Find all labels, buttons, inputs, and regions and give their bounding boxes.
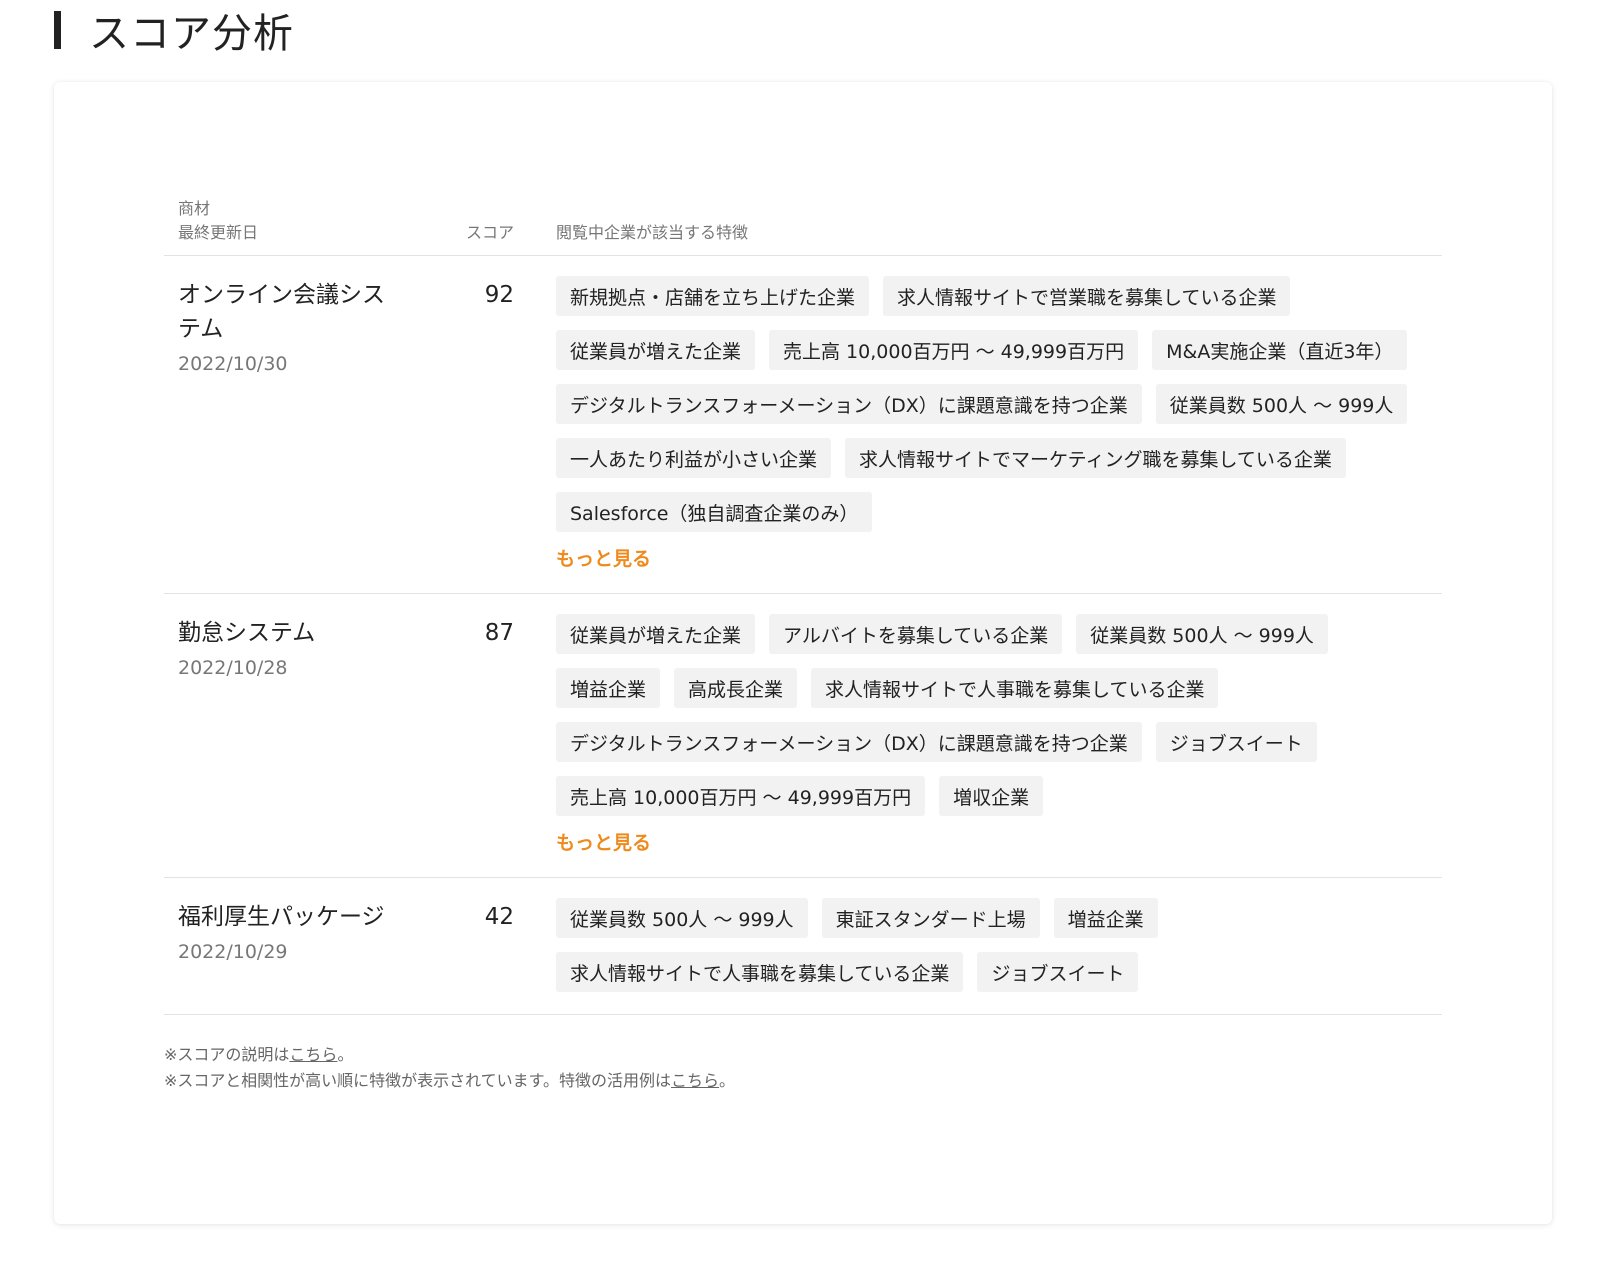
header-updated-label: 最終更新日: [178, 223, 259, 242]
feature-tag: 増収企業: [939, 776, 1044, 816]
feature-tag: Salesforce（独自調査企業のみ）: [556, 492, 873, 532]
features-cell: 従業員数 500人 〜 999人 東証スタンダード上場 増益企業求人情報サイトで人事…: [516, 898, 1442, 992]
feature-tag: ジョブスイート: [1155, 722, 1317, 762]
feature-tag-list: 新規拠点・店舗を立ち上げた企業 求人情報サイトで営業職を募集している企業従業員が増…: [556, 276, 1442, 532]
product-cell: 勤怠システム 2022/10/28: [164, 614, 446, 855]
table-row: オンライン会議システム 2022/10/30 92 新規拠点・店舗を立ち上げた企業 求人…: [164, 256, 1442, 594]
product-name: 福利厚生パッケージ: [178, 904, 385, 930]
show-more-link[interactable]: もっと見る: [556, 544, 651, 571]
feature-tag: 一人あたり利益が小さい企業: [556, 438, 832, 478]
footnote-feature-usage: ※スコアと相関性が高い順に特徴が表示されています。特徴の活用例はこちら。: [164, 1071, 736, 1090]
page-header: スコア分析: [54, 6, 294, 57]
feature-tag-list: 従業員が増えた企業 アルバイトを募集している企業 従業員数 500人 〜 999人増…: [556, 614, 1442, 816]
features-cell: 従業員が増えた企業 アルバイトを募集している企業 従業員数 500人 〜 999人増…: [516, 614, 1442, 855]
score-explanation-link[interactable]: こちら: [289, 1045, 337, 1064]
feature-tag: M&A実施企業（直近3年）: [1152, 330, 1408, 370]
product-name: オンライン会議システム: [178, 282, 385, 342]
footnote-score-explanation: ※スコアの説明はこちら。: [164, 1045, 354, 1064]
score-table: 商材 最終更新日 スコア 閲覧中企業が該当する特徴 オンライン会議システム 202…: [164, 197, 1442, 1015]
table-header: 商材 最終更新日 スコア 閲覧中企業が該当する特徴: [164, 197, 1442, 256]
product-updated-date: 2022/10/30: [178, 353, 288, 375]
feature-tag: 求人情報サイトでマーケティング職を募集している企業: [845, 438, 1346, 478]
header-product-column: 商材 最終更新日: [164, 197, 446, 245]
product-cell: 福利厚生パッケージ 2022/10/29: [164, 898, 446, 992]
score-value: 42: [484, 904, 514, 930]
feature-tag: デジタルトランスフォーメーション（DX）に課題意識を持つ企業: [556, 384, 1142, 424]
feature-tag: 求人情報サイトで人事職を募集している企業: [556, 952, 964, 992]
feature-tag: 従業員が増えた企業: [556, 614, 756, 654]
feature-tag: 求人情報サイトで営業職を募集している企業: [883, 276, 1291, 316]
feature-tag: 増益企業: [1053, 898, 1158, 938]
feature-tag: アルバイトを募集している企業: [769, 614, 1063, 654]
feature-tag: 増益企業: [556, 668, 661, 708]
table-body: オンライン会議システム 2022/10/30 92 新規拠点・店舗を立ち上げた企業 求人…: [164, 256, 1442, 1015]
feature-tag: 求人情報サイトで人事職を募集している企業: [811, 668, 1219, 708]
product-cell: オンライン会議システム 2022/10/30: [164, 276, 446, 571]
feature-tag-list: 従業員数 500人 〜 999人 東証スタンダード上場 増益企業求人情報サイトで人事…: [556, 898, 1442, 992]
feature-tag: 東証スタンダード上場: [821, 898, 1040, 938]
table-row: 勤怠システム 2022/10/28 87 従業員が増えた企業 アルバイトを募集している企…: [164, 594, 1442, 878]
header-score-label: スコア: [465, 223, 514, 242]
score-value: 87: [484, 620, 514, 646]
score-analysis-card: 商材 最終更新日 スコア 閲覧中企業が該当する特徴 オンライン会議システム 202…: [54, 82, 1552, 1224]
feature-tag: デジタルトランスフォーメーション（DX）に課題意識を持つ企業: [556, 722, 1142, 762]
feature-usage-link[interactable]: こちら: [671, 1071, 719, 1090]
feature-tag: 従業員数 500人 〜 999人: [556, 898, 808, 938]
feature-tag: ジョブスイート: [977, 952, 1139, 992]
score-value: 92: [484, 282, 514, 308]
table-row: 福利厚生パッケージ 2022/10/29 42 従業員数 500人 〜 999人 東証ス…: [164, 878, 1442, 1015]
features-cell: 新規拠点・店舗を立ち上げた企業 求人情報サイトで営業職を募集している企業従業員が増…: [516, 276, 1442, 571]
feature-tag: 売上高 10,000百万円 〜 49,999百万円: [556, 776, 926, 816]
feature-tag: 従業員数 500人 〜 999人: [1155, 384, 1408, 424]
feature-tag: 新規拠点・店舗を立ち上げた企業: [556, 276, 870, 316]
feature-tag: 売上高 10,000百万円 〜 49,999百万円: [769, 330, 1139, 370]
header-features-label: 閲覧中企業が該当する特徴: [556, 223, 749, 242]
product-name: 勤怠システム: [178, 620, 316, 646]
show-more-link[interactable]: もっと見る: [556, 828, 651, 855]
feature-tag: 従業員が増えた企業: [556, 330, 756, 370]
product-updated-date: 2022/10/29: [178, 941, 288, 963]
footnotes: ※スコアの説明はこちら。 ※スコアと相関性が高い順に特徴が表示されています。特徴…: [164, 1042, 735, 1094]
header-product-label: 商材: [178, 199, 211, 218]
feature-tag: 従業員数 500人 〜 999人: [1076, 614, 1328, 654]
header-accent-bar: [54, 11, 61, 49]
page-title: スコア分析: [89, 11, 294, 57]
product-updated-date: 2022/10/28: [178, 657, 288, 679]
feature-tag: 高成長企業: [674, 668, 798, 708]
